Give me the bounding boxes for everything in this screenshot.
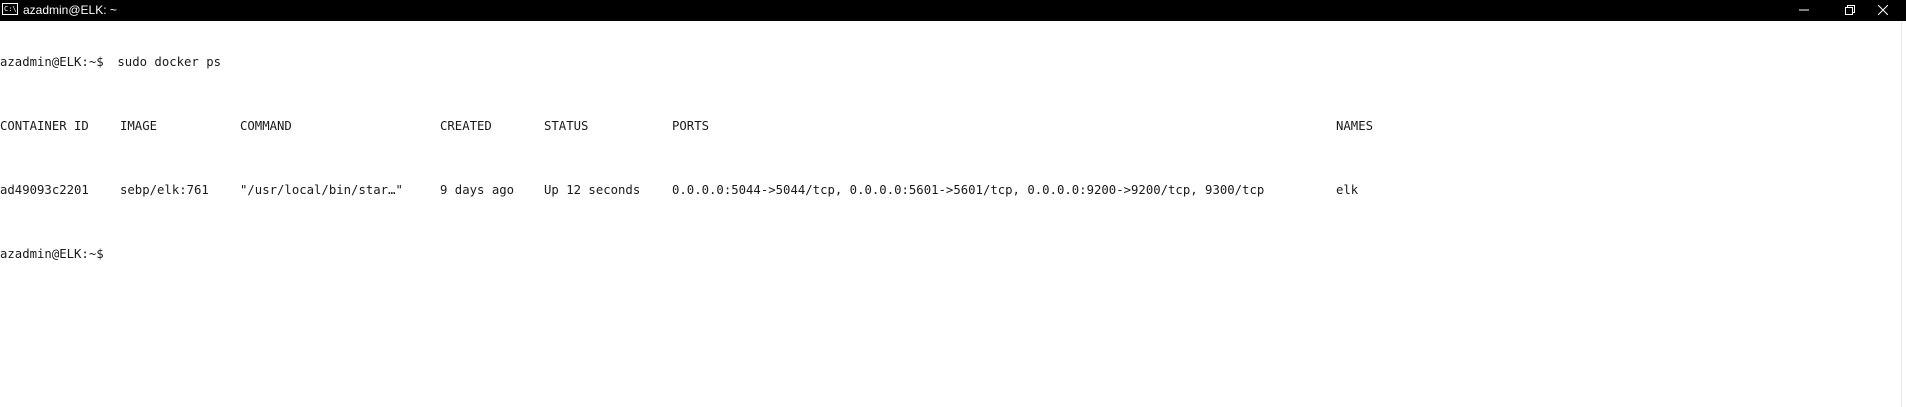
header-names: NAMES xyxy=(1336,119,1374,133)
terminal-output[interactable]: azadmin@ELK:~$ sudo docker ps CONTAINER … xyxy=(0,21,1900,407)
cell-created: 9 days ago xyxy=(440,183,515,197)
scrollbar[interactable] xyxy=(1901,21,1906,407)
header-ports: PORTS xyxy=(672,119,710,133)
minimize-icon xyxy=(1799,9,1809,11)
header-image: IMAGE xyxy=(120,119,158,133)
cell-image: sebp/elk:761 xyxy=(120,183,209,197)
window-title: azadmin@ELK: ~ xyxy=(23,3,117,17)
close-icon xyxy=(1878,5,1888,15)
table-header-row: CONTAINER ID IMAGE COMMAND CREATED STATU… xyxy=(0,118,1900,134)
header-container-id: CONTAINER ID xyxy=(0,119,89,133)
cell-names: elk xyxy=(1336,183,1359,197)
terminal-window: C:\_ azadmin@ELK: ~ azadmin@ELK:~$ sudo … xyxy=(0,0,1906,407)
cell-command: "/usr/local/bin/star…" xyxy=(240,183,403,197)
final-prompt-line: azadmin@ELK:~$ xyxy=(0,246,1900,262)
header-status: STATUS xyxy=(544,119,589,133)
final-prompt: azadmin@ELK:~$ xyxy=(0,247,104,261)
cell-status: Up 12 seconds xyxy=(544,183,641,197)
prompt: azadmin@ELK:~$ xyxy=(0,55,104,69)
typed-command: sudo docker ps xyxy=(110,55,222,69)
command-line: azadmin@ELK:~$ sudo docker ps xyxy=(0,54,1900,70)
cell-ports: 0.0.0.0:5044->5044/tcp, 0.0.0.0:5601->56… xyxy=(672,183,1265,197)
title-bar[interactable]: C:\_ azadmin@ELK: ~ xyxy=(0,0,1906,21)
table-row: ad49093c2201 sebp/elk:761 "/usr/local/bi… xyxy=(0,182,1900,198)
console-app-icon[interactable]: C:\_ xyxy=(2,3,18,15)
header-created: CREATED xyxy=(440,119,492,133)
close-button[interactable] xyxy=(1860,0,1906,21)
header-command: COMMAND xyxy=(240,119,292,133)
cell-container-id: ad49093c2201 xyxy=(0,183,89,197)
restore-icon xyxy=(1845,5,1855,15)
minimize-button[interactable] xyxy=(1781,0,1827,21)
